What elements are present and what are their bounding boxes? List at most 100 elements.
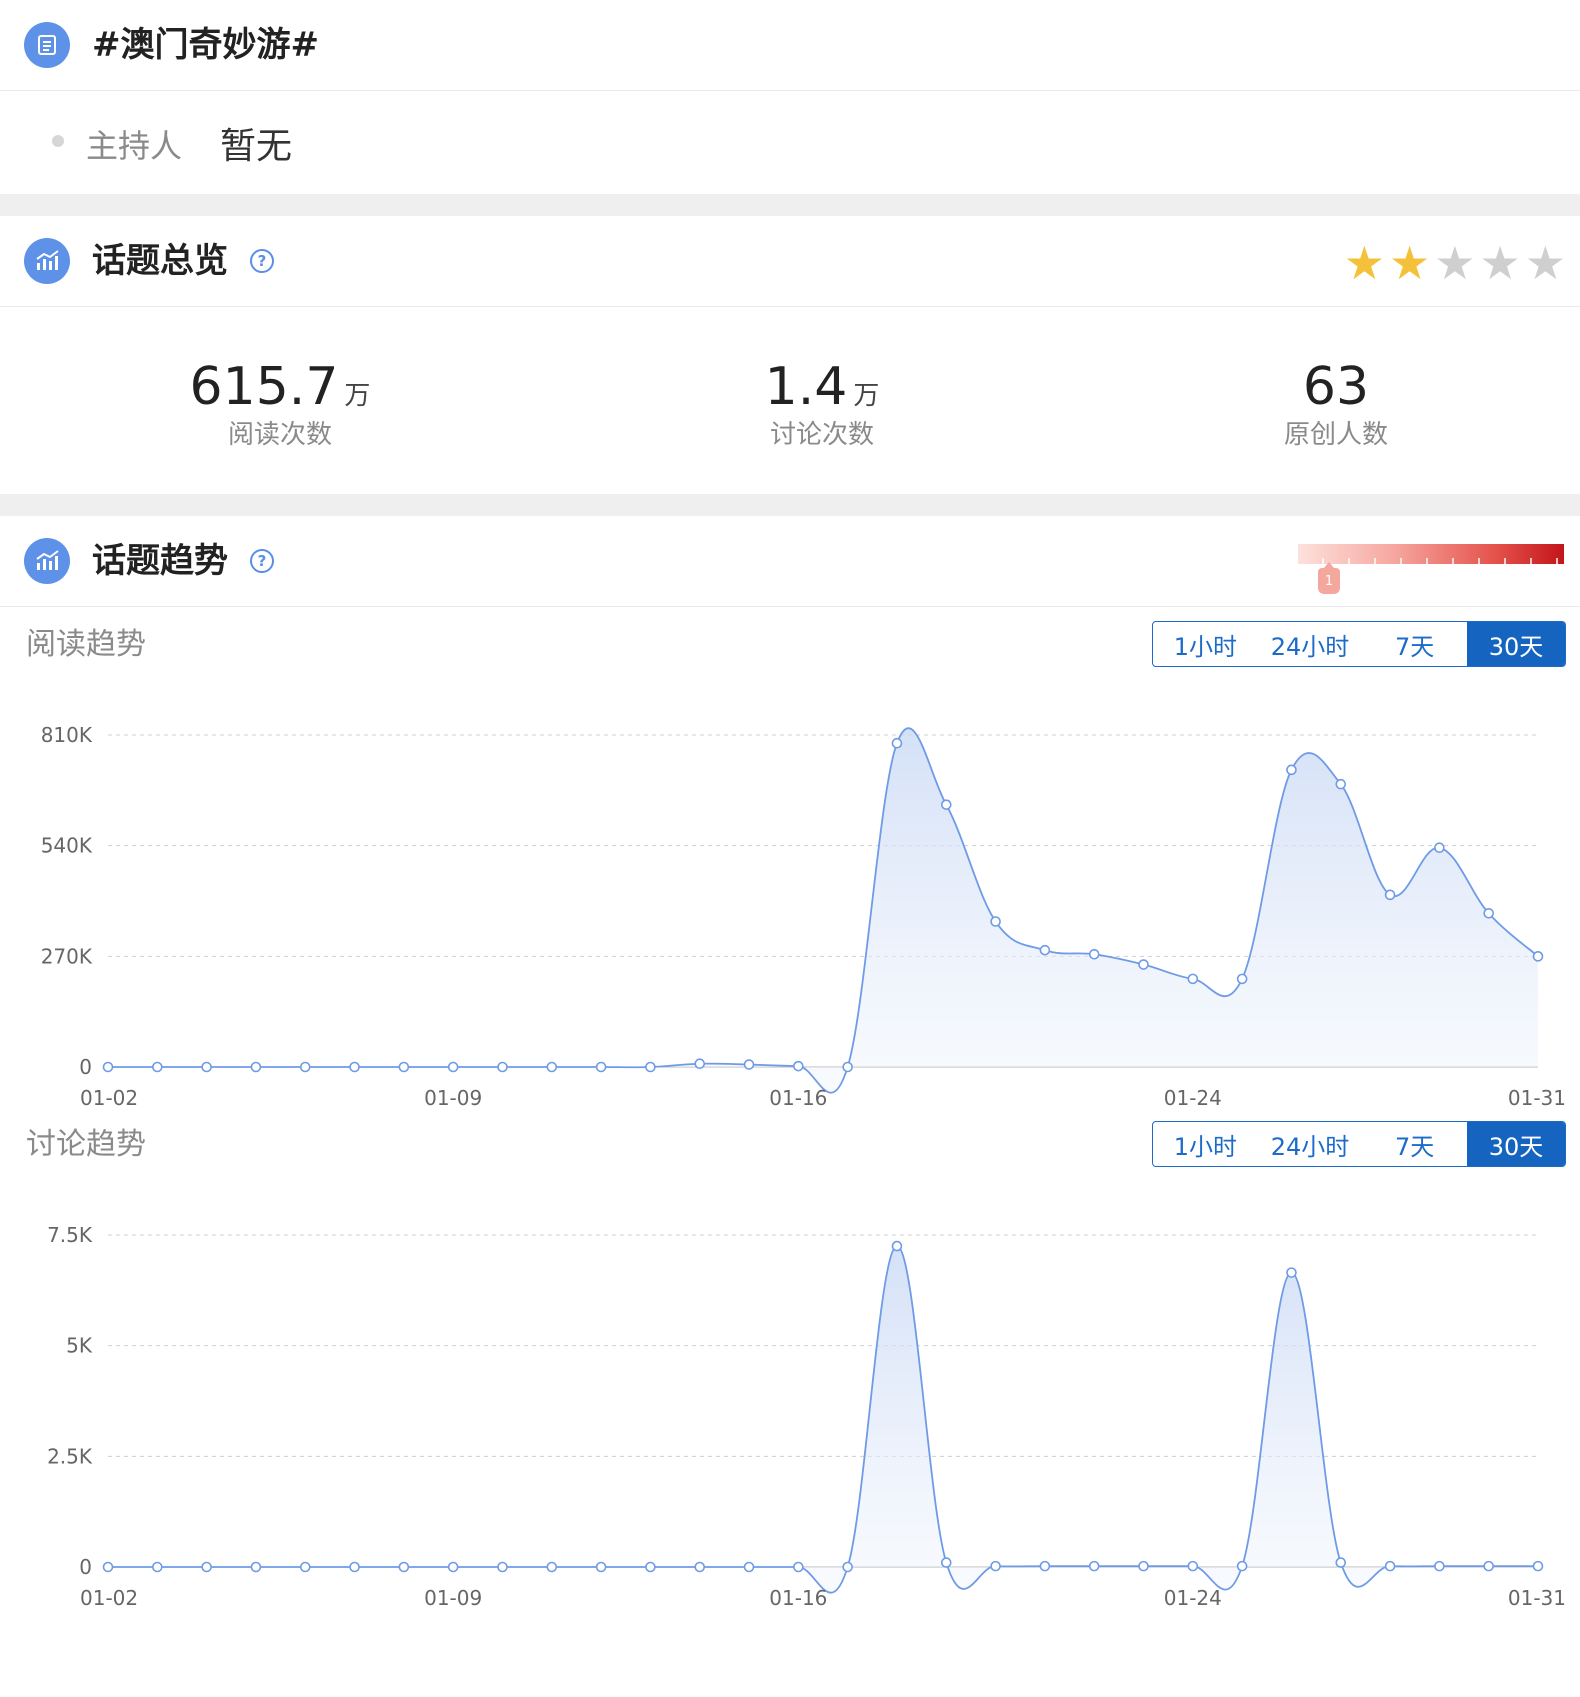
data-point[interactable] <box>990 916 1001 927</box>
stat-label: 阅读次数 <box>227 420 332 450</box>
data-point[interactable] <box>250 1061 262 1073</box>
stat-label: 讨论次数 <box>769 420 874 450</box>
data-point[interactable] <box>1434 1560 1445 1572</box>
data-point[interactable] <box>842 1061 853 1073</box>
stat-discussions: 1.4 万 讨论次数 <box>672 357 972 453</box>
data-point[interactable] <box>1236 973 1248 985</box>
x-tick-label: 01-24 <box>1164 1086 1222 1107</box>
data-point[interactable] <box>645 1061 656 1073</box>
data-point[interactable] <box>398 1061 410 1073</box>
y-tick-label: 810K <box>41 723 93 747</box>
data-point[interactable] <box>1483 907 1494 919</box>
data-point[interactable] <box>349 1561 360 1573</box>
data-point[interactable] <box>1335 778 1347 790</box>
stat-label: 原创人数 <box>1283 420 1388 450</box>
data-point[interactable] <box>1039 944 1051 956</box>
x-tick-label: 01-31 <box>1508 1586 1566 1607</box>
data-point[interactable] <box>1138 1560 1149 1572</box>
data-point[interactable] <box>595 1061 607 1073</box>
data-point[interactable] <box>1088 1560 1100 1572</box>
data-point[interactable] <box>1335 1557 1347 1568</box>
host-label: 主持人 <box>86 127 183 165</box>
data-point[interactable] <box>645 1561 656 1573</box>
data-point[interactable] <box>1088 948 1100 960</box>
data-point[interactable] <box>201 1061 212 1073</box>
topic-title: #澳门奇妙游# <box>92 25 319 65</box>
data-point[interactable] <box>497 1561 508 1573</box>
range-24h[interactable]: 24小时 <box>1258 622 1363 666</box>
data-point[interactable] <box>1532 1560 1544 1572</box>
read-trend-chart: 0 270K 540K 810K 01-02 01-09 01-16 01-24 01-31 <box>41 723 1566 1107</box>
range-7d[interactable]: 7天 <box>1362 622 1467 666</box>
data-point[interactable] <box>694 1561 706 1573</box>
data-point[interactable] <box>1434 842 1445 854</box>
data-point[interactable] <box>1384 889 1396 901</box>
y-tick-label: 0 <box>79 1055 92 1079</box>
data-point[interactable] <box>497 1061 508 1073</box>
data-point[interactable] <box>546 1561 558 1573</box>
chart-title: 阅读趋势 <box>26 627 146 662</box>
data-point[interactable] <box>990 1560 1001 1572</box>
data-point[interactable] <box>1532 951 1544 962</box>
data-point[interactable] <box>743 1059 755 1070</box>
section-divider <box>0 494 1580 516</box>
range-24h[interactable]: 24小时 <box>1258 1122 1363 1166</box>
data-point[interactable] <box>793 1561 804 1573</box>
data-point[interactable] <box>349 1061 360 1073</box>
data-point[interactable] <box>102 1561 114 1573</box>
question-circle-icon[interactable]: ? <box>250 249 274 273</box>
data-point[interactable] <box>1384 1560 1396 1572</box>
overview-title: 话题总览 <box>92 241 228 281</box>
time-range-selector[interactable]: 1小时 24小时 7天 30天 <box>1152 621 1566 667</box>
x-tick-label: 01-02 <box>80 1086 138 1107</box>
data-point[interactable] <box>743 1561 755 1573</box>
data-point[interactable] <box>398 1561 410 1573</box>
data-point[interactable] <box>546 1061 558 1073</box>
data-point[interactable] <box>1236 1560 1248 1572</box>
data-point[interactable] <box>299 1061 311 1073</box>
stat-reads: 615.7 万 阅读次数 <box>130 357 430 453</box>
data-point[interactable] <box>694 1058 706 1070</box>
range-7d[interactable]: 7天 <box>1362 1122 1467 1166</box>
data-point[interactable] <box>891 1240 903 1252</box>
heat-level-marker: 1 <box>1318 562 1340 594</box>
data-point[interactable] <box>201 1561 212 1573</box>
star-empty-icon: ★ <box>1434 236 1476 290</box>
data-point[interactable] <box>152 1561 163 1573</box>
range-1h[interactable]: 1小时 <box>1153 1122 1258 1166</box>
trend-header: 话题趋势 ? 1 <box>0 516 1580 607</box>
stat-unit: 万 <box>853 381 880 411</box>
data-point[interactable] <box>447 1561 459 1573</box>
question-circle-icon[interactable]: ? <box>250 549 274 573</box>
range-30d[interactable]: 30天 <box>1467 622 1565 666</box>
data-point[interactable] <box>1286 1267 1297 1278</box>
data-point[interactable] <box>152 1061 163 1073</box>
time-range-selector[interactable]: 1小时 24小时 7天 30天 <box>1152 1121 1566 1167</box>
data-point[interactable] <box>1187 973 1199 985</box>
data-point[interactable] <box>1187 1560 1199 1572</box>
discussion-trend-block: 讨论趋势 1小时 24小时 7天 30天 0 2.5K 5K 7.5K 01-02 01-… <box>0 1107 1580 1677</box>
x-tick-label: 01-16 <box>769 1586 827 1607</box>
range-30d[interactable]: 30天 <box>1467 1122 1565 1166</box>
data-point[interactable] <box>1039 1560 1051 1572</box>
data-point[interactable] <box>1286 764 1297 776</box>
data-point[interactable] <box>940 1557 952 1568</box>
data-point[interactable] <box>299 1561 311 1573</box>
trend-title: 话题趋势 <box>92 541 228 581</box>
data-point[interactable] <box>102 1061 114 1073</box>
data-point[interactable] <box>842 1561 853 1573</box>
data-point[interactable] <box>940 799 952 810</box>
data-point[interactable] <box>891 737 903 749</box>
y-tick-label: 2.5K <box>47 1444 93 1468</box>
data-point[interactable] <box>447 1061 459 1073</box>
data-point[interactable] <box>595 1561 607 1573</box>
bar-chart-icon <box>24 238 70 284</box>
data-point[interactable] <box>250 1561 262 1573</box>
data-point[interactable] <box>1483 1560 1494 1572</box>
star-filled-icon: ★ <box>1389 236 1431 290</box>
range-1h[interactable]: 1小时 <box>1153 622 1258 666</box>
x-tick-label: 01-09 <box>424 1086 482 1107</box>
data-point[interactable] <box>1138 959 1149 970</box>
x-tick-label: 01-24 <box>1164 1586 1222 1607</box>
data-point[interactable] <box>793 1060 804 1072</box>
